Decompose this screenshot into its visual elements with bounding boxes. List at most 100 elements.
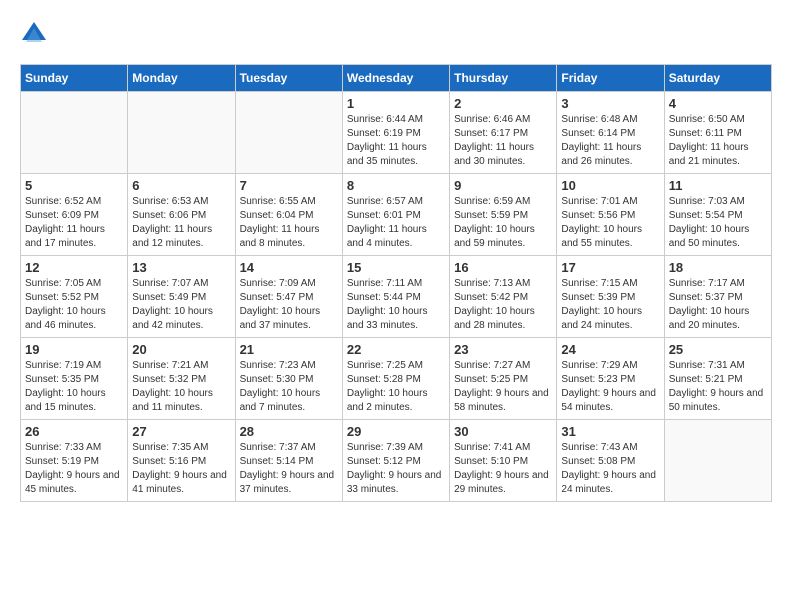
logo-icon	[20, 20, 48, 48]
day-number: 23	[454, 342, 552, 357]
day-number: 17	[561, 260, 659, 275]
calendar-header-tuesday: Tuesday	[235, 65, 342, 92]
day-info: Sunrise: 6:48 AMSunset: 6:14 PMDaylight:…	[561, 113, 659, 169]
calendar-cell: 15 Sunrise: 7:11 AMSunset: 5:44 PMDayligh…	[342, 256, 449, 338]
calendar-cell: 5 Sunrise: 6:52 AMSunset: 6:09 PMDaylight…	[21, 174, 128, 256]
day-info: Sunrise: 6:55 AMSunset: 6:04 PMDaylight:…	[240, 195, 338, 251]
day-info: Sunrise: 6:59 AMSunset: 5:59 PMDaylight:…	[454, 195, 552, 251]
day-info: Sunrise: 7:31 AMSunset: 5:21 PMDaylight:…	[669, 359, 767, 415]
calendar-cell: 24 Sunrise: 7:29 AMSunset: 5:23 PMDayligh…	[557, 338, 664, 420]
day-number: 27	[132, 424, 230, 439]
day-info: Sunrise: 7:03 AMSunset: 5:54 PMDaylight:…	[669, 195, 767, 251]
day-number: 15	[347, 260, 445, 275]
day-number: 14	[240, 260, 338, 275]
day-number: 2	[454, 96, 552, 111]
calendar-cell: 22 Sunrise: 7:25 AMSunset: 5:28 PMDayligh…	[342, 338, 449, 420]
calendar-cell: 12 Sunrise: 7:05 AMSunset: 5:52 PMDayligh…	[21, 256, 128, 338]
day-number: 16	[454, 260, 552, 275]
day-number: 31	[561, 424, 659, 439]
day-info: Sunrise: 7:09 AMSunset: 5:47 PMDaylight:…	[240, 277, 338, 333]
calendar-cell	[128, 92, 235, 174]
calendar-cell: 10 Sunrise: 7:01 AMSunset: 5:56 PMDayligh…	[557, 174, 664, 256]
calendar-cell: 2 Sunrise: 6:46 AMSunset: 6:17 PMDaylight…	[450, 92, 557, 174]
day-info: Sunrise: 6:44 AMSunset: 6:19 PMDaylight:…	[347, 113, 445, 169]
day-number: 25	[669, 342, 767, 357]
calendar-week-row-3: 19 Sunrise: 7:19 AMSunset: 5:35 PMDayligh…	[21, 338, 772, 420]
calendar-cell: 19 Sunrise: 7:19 AMSunset: 5:35 PMDayligh…	[21, 338, 128, 420]
day-number: 24	[561, 342, 659, 357]
day-number: 18	[669, 260, 767, 275]
calendar-cell: 31 Sunrise: 7:43 AMSunset: 5:08 PMDayligh…	[557, 420, 664, 502]
calendar-cell: 20 Sunrise: 7:21 AMSunset: 5:32 PMDayligh…	[128, 338, 235, 420]
calendar-cell: 1Sunrise: 6:44 AMSunset: 6:19 PMDaylight…	[342, 92, 449, 174]
calendar-header-thursday: Thursday	[450, 65, 557, 92]
day-info: Sunrise: 7:21 AMSunset: 5:32 PMDaylight:…	[132, 359, 230, 415]
calendar-cell: 21 Sunrise: 7:23 AMSunset: 5:30 PMDayligh…	[235, 338, 342, 420]
day-number: 20	[132, 342, 230, 357]
day-number: 29	[347, 424, 445, 439]
calendar-cell: 18 Sunrise: 7:17 AMSunset: 5:37 PMDayligh…	[664, 256, 771, 338]
day-info: Sunrise: 7:25 AMSunset: 5:28 PMDaylight:…	[347, 359, 445, 415]
calendar-cell: 17 Sunrise: 7:15 AMSunset: 5:39 PMDayligh…	[557, 256, 664, 338]
day-info: Sunrise: 7:13 AMSunset: 5:42 PMDaylight:…	[454, 277, 552, 333]
calendar-cell: 29 Sunrise: 7:39 AMSunset: 5:12 PMDayligh…	[342, 420, 449, 502]
day-info: Sunrise: 7:35 AMSunset: 5:16 PMDaylight:…	[132, 441, 230, 497]
calendar-table: SundayMondayTuesdayWednesdayThursdayFrid…	[20, 64, 772, 502]
calendar-header-friday: Friday	[557, 65, 664, 92]
day-number: 6	[132, 178, 230, 193]
day-info: Sunrise: 6:46 AMSunset: 6:17 PMDaylight:…	[454, 113, 552, 169]
day-number: 4	[669, 96, 767, 111]
day-number: 21	[240, 342, 338, 357]
day-info: Sunrise: 7:05 AMSunset: 5:52 PMDaylight:…	[25, 277, 123, 333]
day-info: Sunrise: 7:23 AMSunset: 5:30 PMDaylight:…	[240, 359, 338, 415]
calendar-header-wednesday: Wednesday	[342, 65, 449, 92]
calendar-cell: 28 Sunrise: 7:37 AMSunset: 5:14 PMDayligh…	[235, 420, 342, 502]
day-info: Sunrise: 7:37 AMSunset: 5:14 PMDaylight:…	[240, 441, 338, 497]
day-info: Sunrise: 7:15 AMSunset: 5:39 PMDaylight:…	[561, 277, 659, 333]
calendar-cell: 14 Sunrise: 7:09 AMSunset: 5:47 PMDayligh…	[235, 256, 342, 338]
calendar-header-monday: Monday	[128, 65, 235, 92]
day-info: Sunrise: 7:43 AMSunset: 5:08 PMDaylight:…	[561, 441, 659, 497]
calendar-cell: 9 Sunrise: 6:59 AMSunset: 5:59 PMDaylight…	[450, 174, 557, 256]
day-number: 5	[25, 178, 123, 193]
day-info: Sunrise: 7:29 AMSunset: 5:23 PMDaylight:…	[561, 359, 659, 415]
calendar-cell: 26 Sunrise: 7:33 AMSunset: 5:19 PMDayligh…	[21, 420, 128, 502]
calendar-cell: 27 Sunrise: 7:35 AMSunset: 5:16 PMDayligh…	[128, 420, 235, 502]
day-info: Sunrise: 7:27 AMSunset: 5:25 PMDaylight:…	[454, 359, 552, 415]
day-info: Sunrise: 6:52 AMSunset: 6:09 PMDaylight:…	[25, 195, 123, 251]
day-number: 12	[25, 260, 123, 275]
calendar-cell: 13Sunrise: 7:07 AMSunset: 5:49 PMDayligh…	[128, 256, 235, 338]
day-number: 9	[454, 178, 552, 193]
day-number: 10	[561, 178, 659, 193]
calendar-cell: 7 Sunrise: 6:55 AMSunset: 6:04 PMDaylight…	[235, 174, 342, 256]
calendar-header-saturday: Saturday	[664, 65, 771, 92]
day-number: 7	[240, 178, 338, 193]
calendar-cell: 25 Sunrise: 7:31 AMSunset: 5:21 PMDayligh…	[664, 338, 771, 420]
day-number: 28	[240, 424, 338, 439]
day-info: Sunrise: 7:33 AMSunset: 5:19 PMDaylight:…	[25, 441, 123, 497]
calendar-cell	[235, 92, 342, 174]
day-number: 22	[347, 342, 445, 357]
day-info: Sunrise: 7:19 AMSunset: 5:35 PMDaylight:…	[25, 359, 123, 415]
day-info: Sunrise: 7:07 AMSunset: 5:49 PMDaylight:…	[132, 277, 230, 333]
calendar-cell: 23 Sunrise: 7:27 AMSunset: 5:25 PMDayligh…	[450, 338, 557, 420]
day-info: Sunrise: 6:53 AMSunset: 6:06 PMDaylight:…	[132, 195, 230, 251]
calendar-cell: 3 Sunrise: 6:48 AMSunset: 6:14 PMDaylight…	[557, 92, 664, 174]
calendar-cell: 16 Sunrise: 7:13 AMSunset: 5:42 PMDayligh…	[450, 256, 557, 338]
day-number: 19	[25, 342, 123, 357]
calendar-week-row-0: 1Sunrise: 6:44 AMSunset: 6:19 PMDaylight…	[21, 92, 772, 174]
calendar-week-row-4: 26 Sunrise: 7:33 AMSunset: 5:19 PMDayligh…	[21, 420, 772, 502]
day-info: Sunrise: 7:11 AMSunset: 5:44 PMDaylight:…	[347, 277, 445, 333]
day-info: Sunrise: 6:57 AMSunset: 6:01 PMDaylight:…	[347, 195, 445, 251]
day-number: 26	[25, 424, 123, 439]
day-number: 30	[454, 424, 552, 439]
calendar-cell	[21, 92, 128, 174]
calendar-cell: 30Sunrise: 7:41 AMSunset: 5:10 PMDayligh…	[450, 420, 557, 502]
day-info: Sunrise: 6:50 AMSunset: 6:11 PMDaylight:…	[669, 113, 767, 169]
day-info: Sunrise: 7:01 AMSunset: 5:56 PMDaylight:…	[561, 195, 659, 251]
day-number: 3	[561, 96, 659, 111]
calendar-cell: 8Sunrise: 6:57 AMSunset: 6:01 PMDaylight…	[342, 174, 449, 256]
day-info: Sunrise: 7:17 AMSunset: 5:37 PMDaylight:…	[669, 277, 767, 333]
day-info: Sunrise: 7:39 AMSunset: 5:12 PMDaylight:…	[347, 441, 445, 497]
calendar-cell: 11Sunrise: 7:03 AMSunset: 5:54 PMDayligh…	[664, 174, 771, 256]
